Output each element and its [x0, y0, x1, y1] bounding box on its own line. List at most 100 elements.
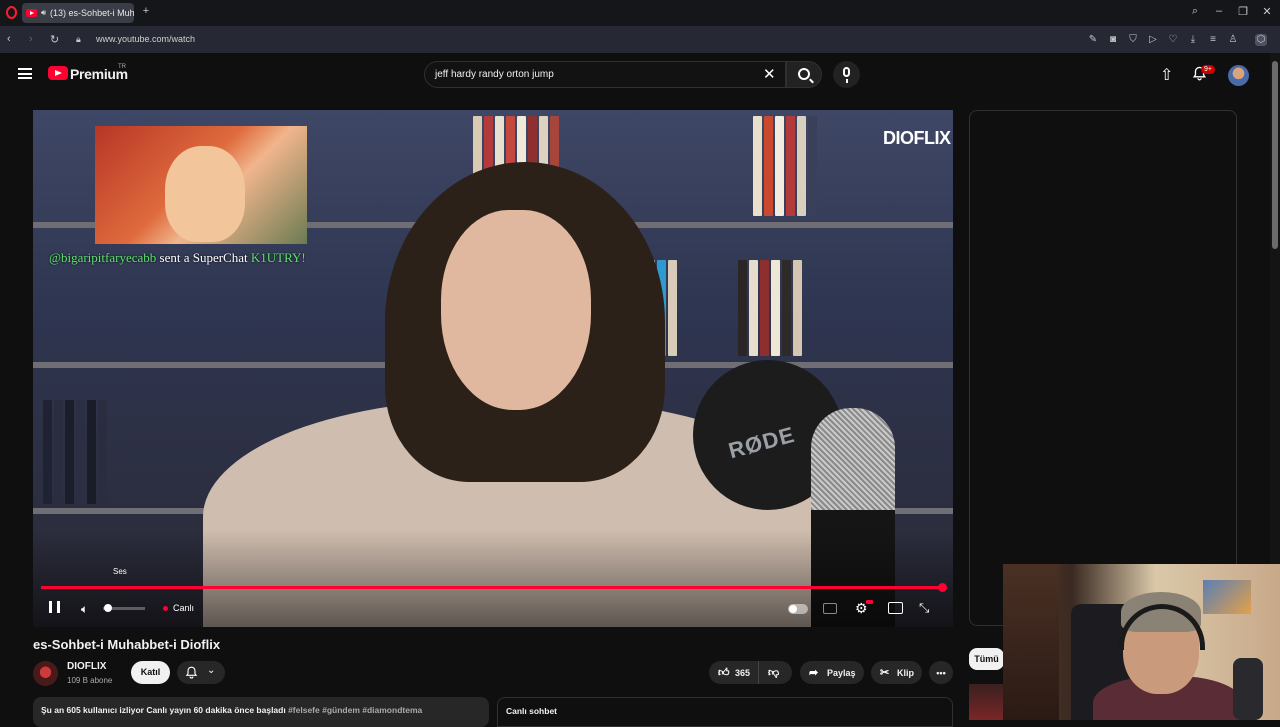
- filter-chip-all[interactable]: Tümü: [969, 648, 1004, 670]
- clear-search-icon[interactable]: ✕: [763, 65, 776, 83]
- book-row: [43, 400, 107, 504]
- microphone-icon: [843, 67, 850, 83]
- voice-search-button[interactable]: [833, 61, 860, 88]
- profile-icon[interactable]: ♙: [1227, 34, 1239, 46]
- like-count: 365: [735, 667, 751, 678]
- progress-bar[interactable]: [41, 586, 945, 589]
- streamer-face: [441, 210, 591, 410]
- new-tab-icon[interactable]: +: [138, 5, 154, 17]
- back-icon[interactable]: ‹: [7, 33, 11, 45]
- minimize-icon[interactable]: –: [1211, 5, 1227, 17]
- webcam-door-frame: [1003, 564, 1059, 720]
- youtube-logo-icon[interactable]: [48, 66, 68, 80]
- superchat-text: sent a SuperChat: [156, 250, 251, 265]
- thumbs-up-icon: 👍︎: [718, 667, 730, 679]
- book-row: [738, 260, 802, 356]
- join-button[interactable]: Katıl: [131, 661, 170, 684]
- subtitles-icon[interactable]: [823, 603, 837, 614]
- volume-slider-knob[interactable]: [104, 604, 112, 612]
- anime-face: [165, 146, 245, 242]
- hd-badge: [866, 600, 873, 604]
- clip-button[interactable]: ✂ Klip: [871, 661, 922, 684]
- restore-icon[interactable]: ❐: [1235, 5, 1251, 18]
- chat-frame: [969, 110, 1237, 626]
- progress-scrubber[interactable]: [938, 583, 947, 592]
- superchat-alert: @bigaripitfaryecabb sent a SuperChat K1U…: [49, 250, 306, 266]
- dislike-button[interactable]: 👎︎: [758, 661, 792, 684]
- url-field[interactable]: www.youtube.com/watch: [96, 34, 195, 44]
- superchat-amount: K1UTRY!: [250, 250, 306, 265]
- extensions-icon[interactable]: ⬡: [1255, 34, 1267, 46]
- view-stats: Şu an 605 kullanıcı izliyor Canlı yayın …: [41, 705, 286, 715]
- dioflix-overlay-logo: DIOFLIX: [883, 128, 951, 148]
- pause-icon[interactable]: [49, 601, 60, 613]
- browser-tab[interactable]: 🔊︎ (13) es-Sohbet-i Muh...: [22, 3, 134, 23]
- create-upload-icon[interactable]: ⇧: [1160, 65, 1173, 85]
- volume-tooltip: Ses: [113, 567, 127, 576]
- youtube-header: Premium TR jeff hardy randy orton jump ✕…: [0, 53, 1270, 97]
- share-arrow-icon: ➦: [809, 667, 819, 679]
- thumbs-down-icon: 👎︎: [768, 667, 780, 679]
- address-bar: ‹ › ↻ 🔒︎ www.youtube.com/watch ✎ ◙ ⛉ ▷ ♡…: [0, 26, 1280, 53]
- more-horizontal-icon: •••: [936, 667, 946, 678]
- video-title: es-Sohbet-i Muhabbet-i Dioflix: [33, 637, 221, 652]
- webcam-overlay: [1003, 564, 1280, 720]
- search-icon: [798, 68, 810, 80]
- search-query[interactable]: jeff hardy randy orton jump: [435, 69, 554, 80]
- channel-avatar[interactable]: [33, 661, 58, 686]
- autoplay-toggle[interactable]: [788, 604, 808, 614]
- close-window-icon[interactable]: ✕: [1259, 5, 1275, 18]
- book-row: [753, 116, 817, 216]
- search-button[interactable]: [786, 61, 822, 88]
- theater-mode-icon[interactable]: [888, 602, 903, 614]
- notification-count-badge: 9+: [1201, 65, 1215, 74]
- clip-label: Klip: [897, 667, 914, 678]
- search-input[interactable]: jeff hardy randy orton jump ✕: [424, 61, 786, 88]
- hashtags[interactable]: #felsefe #gündem #diamondtema: [286, 705, 422, 715]
- tab-search-icon[interactable]: ⌕: [1187, 5, 1203, 18]
- notification-settings-button[interactable]: ⌄: [177, 661, 225, 684]
- speaker-icon[interactable]: 🔊︎: [41, 8, 46, 18]
- reload-icon[interactable]: ↻: [50, 33, 59, 46]
- description-box[interactable]: Şu an 605 kullanıcı izliyor Canlı yayın …: [33, 697, 489, 727]
- volume-icon[interactable]: 🔈︎: [81, 602, 88, 617]
- region-code: TR: [118, 64, 126, 70]
- play-icon[interactable]: ▷: [1147, 34, 1159, 46]
- opera-logo-icon[interactable]: [6, 6, 17, 19]
- share-label: Paylaş: [827, 667, 856, 678]
- more-actions-button[interactable]: •••: [929, 661, 953, 684]
- download-icon[interactable]: ⤓: [1187, 34, 1199, 46]
- camera-icon[interactable]: ◙: [1107, 34, 1119, 46]
- like-button[interactable]: 👍︎ 365: [709, 661, 758, 684]
- live-chat-title: Canlı sohbet: [506, 706, 558, 716]
- live-label[interactable]: Canlı: [173, 603, 194, 613]
- controls-gradient: [33, 530, 953, 627]
- share-button[interactable]: ➦ Paylaş: [800, 661, 864, 684]
- shield-icon[interactable]: ⛉: [1127, 34, 1139, 46]
- webcam-poster: [1203, 580, 1251, 614]
- bell-icon: [185, 666, 198, 679]
- menu-icon[interactable]: ≡: [1207, 34, 1219, 46]
- tab-title: (13) es-Sohbet-i Muh...: [50, 8, 134, 18]
- scrollbar-thumb[interactable]: [1272, 61, 1278, 249]
- lock-icon: 🔒︎: [76, 34, 81, 44]
- scissors-icon: ✂: [880, 667, 890, 679]
- channel-name[interactable]: DIOFLIX: [67, 661, 106, 672]
- fullscreen-icon[interactable]: ⤡: [919, 600, 929, 616]
- live-dot-icon: [163, 606, 168, 611]
- forward-icon[interactable]: ›: [29, 33, 33, 45]
- subscriber-count: 109 B abone: [67, 676, 113, 685]
- hamburger-menu-icon[interactable]: [18, 68, 32, 79]
- superchat-user: @bigaripitfaryecabb: [49, 250, 157, 265]
- browser-tab-bar: 🔊︎ (13) es-Sohbet-i Muh... + ⌕ – ❐ ✕: [0, 0, 1280, 26]
- edit-icon[interactable]: ✎: [1087, 34, 1099, 46]
- live-chat-panel[interactable]: Canlı sohbet: [497, 697, 953, 727]
- recommended-thumbnail[interactable]: [969, 684, 1003, 720]
- video-player[interactable]: DIOFLIX @bigaripitfaryecabb sent a Super…: [33, 110, 953, 627]
- anime-illustration: [95, 126, 307, 244]
- microphone-grille: [811, 408, 895, 518]
- heart-icon[interactable]: ♡: [1167, 34, 1179, 46]
- webcam-microphone: [1233, 658, 1263, 720]
- account-avatar[interactable]: [1228, 65, 1249, 86]
- chevron-down-icon: ⌄: [207, 665, 216, 676]
